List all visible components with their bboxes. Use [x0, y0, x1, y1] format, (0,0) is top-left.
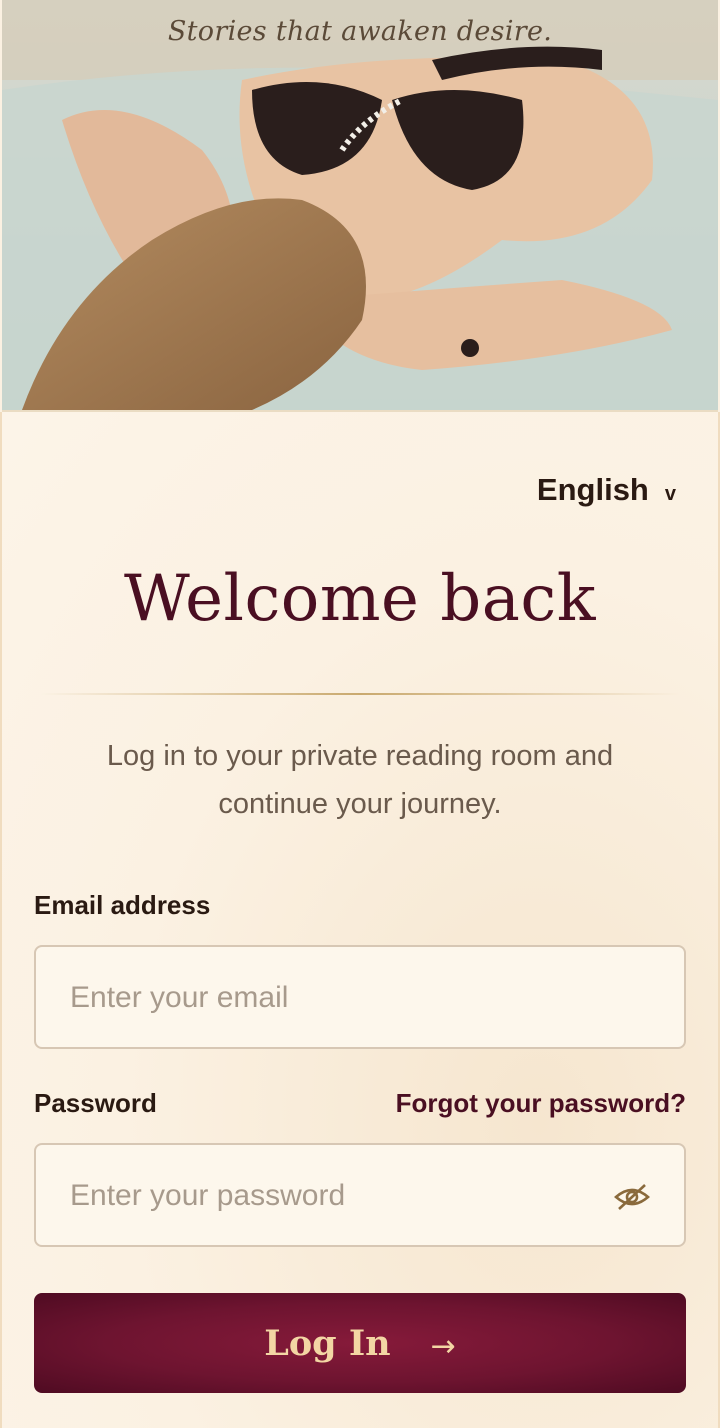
eye-slash-icon[interactable] — [614, 1183, 650, 1211]
email-field-container — [34, 945, 686, 1049]
title-divider — [40, 693, 680, 695]
arrow-right-icon: → — [430, 1328, 456, 1364]
page-title: Welcome back — [124, 562, 596, 636]
forgot-password-link[interactable]: Forgot your password? — [396, 1088, 686, 1119]
chevron-down-icon: v — [664, 482, 676, 505]
login-button[interactable]: Log In → — [34, 1293, 686, 1393]
page-subtitle: Log in to your private reading room and … — [106, 740, 614, 820]
hero-image: Stories that awaken desire. — [2, 0, 718, 412]
email-field[interactable] — [68, 947, 612, 1049]
password-label: Password — [34, 1088, 157, 1118]
language-selector[interactable]: English v — [537, 472, 676, 508]
email-label: Email address — [34, 890, 211, 920]
language-selector-label: English — [536, 472, 649, 507]
login-button-label: Log In — [264, 1322, 391, 1364]
password-field-container — [34, 1143, 686, 1247]
hero-tagline: Stories that awaken desire. — [167, 16, 553, 47]
hero-photo — [2, 0, 718, 410]
password-field[interactable] — [68, 1145, 612, 1247]
